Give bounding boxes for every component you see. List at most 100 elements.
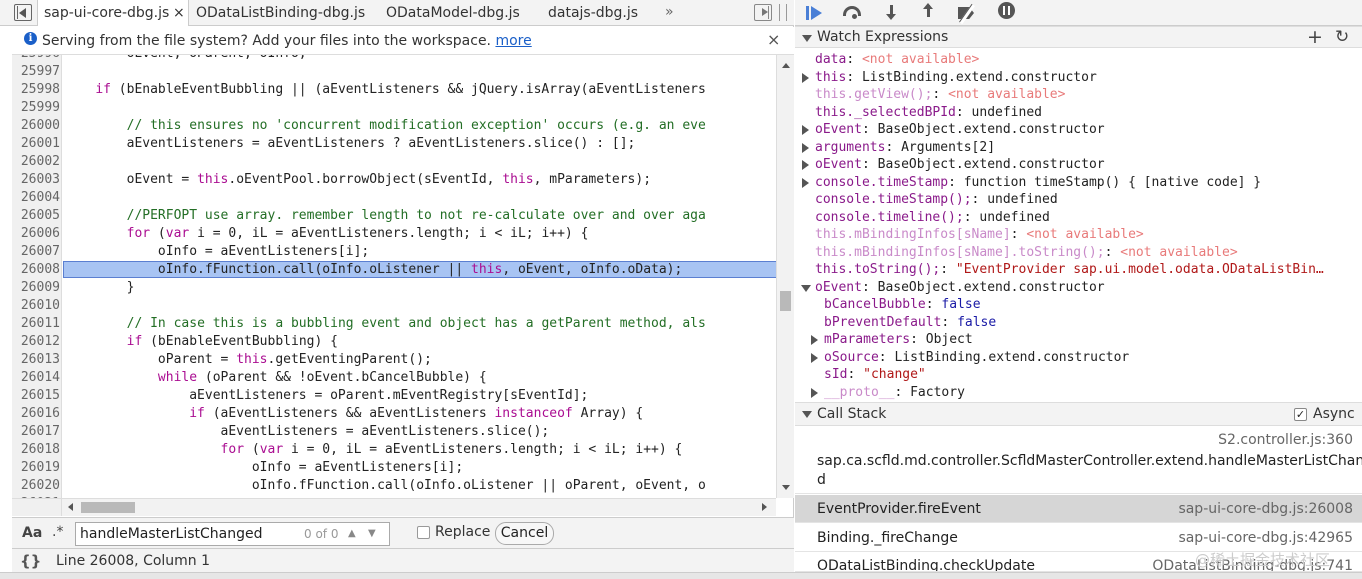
line-number[interactable]: 26012 xyxy=(12,334,60,349)
expand-arrow-icon[interactable] xyxy=(802,142,809,153)
code-line[interactable] xyxy=(64,64,72,79)
call-frame-selected[interactable]: EventProvider.fireEvent sap-ui-core-dbg.… xyxy=(795,495,1362,523)
watch-expression-item[interactable]: this._selectedBPId: undefined xyxy=(815,105,1355,120)
code-line[interactable]: //PERFOPT use array. remember length to … xyxy=(64,208,706,223)
code-line[interactable]: } xyxy=(64,280,135,295)
watch-expression-item[interactable]: data: <not available> xyxy=(815,52,1355,67)
expand-arrow-icon[interactable] xyxy=(802,160,809,170)
line-number[interactable]: 26007 xyxy=(12,244,60,259)
watch-expression-item[interactable]: this.toString();: "EventProvider sap.ui.… xyxy=(815,262,1355,277)
watch-expression-item[interactable]: this.getView();: <not available> xyxy=(815,87,1355,102)
code-line[interactable]: oInfo = aEventListeners[i]; xyxy=(64,460,463,475)
call-frame-location[interactable]: sap-ui-core-dbg.js:26008 xyxy=(1178,501,1353,517)
expand-arrow-icon[interactable] xyxy=(802,177,809,188)
line-number[interactable]: 25998 xyxy=(12,82,60,97)
pretty-print-icon[interactable]: {} xyxy=(20,552,41,570)
line-number[interactable]: 26019 xyxy=(12,460,60,475)
scroll-thumb[interactable] xyxy=(780,291,791,311)
add-expression-icon[interactable]: + xyxy=(1307,27,1323,47)
line-number[interactable]: 26004 xyxy=(12,190,60,205)
refresh-icon[interactable]: ↻ xyxy=(1335,27,1349,47)
code-line[interactable] xyxy=(64,100,72,115)
watch-expression-item[interactable]: oSource: ListBinding.extend.constructor xyxy=(824,350,1355,365)
search-previous-icon[interactable]: ▲ xyxy=(348,528,356,539)
watch-expression-item[interactable]: oEvent: BaseObject.extend.constructor xyxy=(815,122,1355,137)
line-number[interactable]: 26006 xyxy=(12,226,60,241)
expand-arrow-icon[interactable] xyxy=(811,352,818,363)
line-number[interactable]: 26003 xyxy=(12,172,60,187)
call-frame-location[interactable]: sap-ui-core-dbg.js:42965 xyxy=(1178,530,1353,546)
more-link[interactable]: more xyxy=(495,33,531,49)
watch-expression-item[interactable]: oEvent: BaseObject.extend.constructor xyxy=(815,280,1355,295)
code-line[interactable] xyxy=(64,190,72,205)
step-over-icon[interactable] xyxy=(843,6,861,19)
scroll-thumb[interactable] xyxy=(81,502,135,513)
code-line[interactable]: aEventListeners = aEventListeners.slice(… xyxy=(64,424,550,439)
code-line[interactable]: if (bEnableEventBubbling) { xyxy=(64,334,338,349)
line-number[interactable]: 26017 xyxy=(12,424,60,439)
line-number[interactable]: 26016 xyxy=(12,406,60,421)
watch-expression-item[interactable]: sId: "change" xyxy=(824,367,1355,382)
code-editor[interactable]: 25996 25997 25998 25999 26000 26001 26002 26003… xyxy=(12,55,776,498)
watch-expression-item[interactable]: __proto__: Factory xyxy=(824,385,1355,400)
cancel-button[interactable]: Cancel xyxy=(495,522,554,545)
expand-arrow-icon[interactable] xyxy=(811,335,818,345)
toggle-debugger-sidebar-icon[interactable] xyxy=(754,4,772,21)
regex-toggle[interactable]: .* xyxy=(52,524,63,540)
code-line[interactable]: while (oParent && !oEvent.bCancelBubble)… xyxy=(64,370,487,385)
watch-expression-item[interactable]: bCancelBubble: false xyxy=(824,297,1355,312)
line-number[interactable]: 25999 xyxy=(12,100,60,115)
watch-expression-item[interactable]: mParameters: Object xyxy=(824,332,1355,347)
call-frame[interactable]: Binding._fireChange sap-ui-core-dbg.js:4… xyxy=(795,524,1362,552)
watch-expression-item[interactable]: this.mBindingInfos[sName].toString();: <… xyxy=(815,245,1355,260)
tab-sap-ui-core-dbg[interactable]: sap-ui-core-dbg.js × xyxy=(37,0,189,26)
line-number[interactable]: 26002 xyxy=(12,154,60,169)
pause-on-exceptions-icon[interactable] xyxy=(998,2,1015,19)
search-input[interactable] xyxy=(75,522,390,546)
async-checkbox[interactable]: ✓ xyxy=(1294,408,1307,421)
more-tabs-icon[interactable]: » xyxy=(665,0,674,24)
toggle-navigator-icon[interactable] xyxy=(14,4,32,21)
watch-expression-item[interactable]: console.timeline();: undefined xyxy=(815,210,1355,225)
tab-odatamodel-dbg[interactable]: ODataModel-dbg.js xyxy=(380,0,520,26)
tab-odatalistbinding-dbg[interactable]: ODataListBinding-dbg.js xyxy=(190,0,365,26)
code-line[interactable]: oInfo.fFunction.call(oInfo.oListener || … xyxy=(64,478,706,493)
scroll-right-icon[interactable] xyxy=(762,503,767,511)
deactivate-breakpoints-icon[interactable] xyxy=(956,3,976,23)
watch-expression-item[interactable]: arguments: Arguments[2] xyxy=(815,140,1355,155)
watch-expressions-header[interactable]: Watch Expressions + ↻ xyxy=(795,26,1362,48)
horizontal-scrollbar[interactable] xyxy=(62,498,776,516)
match-case-toggle[interactable]: Aa xyxy=(22,525,42,541)
code-line[interactable]: if (bEnableEventBubbling || (aEventListe… xyxy=(64,82,705,97)
current-execution-line[interactable]: oInfo.fFunction.call(oInfo.oListener || … xyxy=(63,261,776,278)
line-number[interactable]: 26010 xyxy=(12,298,60,313)
expand-arrow-icon[interactable] xyxy=(802,125,809,135)
watch-expression-item[interactable]: console.timeStamp: function timeStamp() … xyxy=(815,175,1355,190)
code-line[interactable] xyxy=(64,298,72,313)
line-number[interactable]: 26018 xyxy=(12,442,60,457)
step-out-icon[interactable] xyxy=(918,3,938,23)
code-line[interactable]: for (var i = 0, iL = aEventListeners.len… xyxy=(64,442,683,457)
scroll-left-icon[interactable] xyxy=(68,503,73,511)
code-line[interactable]: // In case this is a bubbling event and … xyxy=(64,316,706,331)
line-number[interactable]: 25997 xyxy=(12,64,60,79)
code-line[interactable]: if (aEventListeners && aEventListeners i… xyxy=(64,406,643,421)
line-number[interactable]: 25996 xyxy=(12,55,60,61)
code-line[interactable]: aEventListeners = oParent.mEventRegistry… xyxy=(64,388,588,403)
close-tab-icon[interactable]: × xyxy=(173,0,185,26)
code-line[interactable]: aEventListeners = aEventListeners ? aEve… xyxy=(64,136,636,151)
close-icon[interactable]: × xyxy=(767,30,780,49)
expand-arrow-icon[interactable] xyxy=(801,284,811,292)
code-line[interactable]: oEvent, oParent, oInfo; xyxy=(64,55,307,61)
vertical-scrollbar[interactable] xyxy=(776,55,794,498)
code-line[interactable]: oEvent = this.oEventPool.borrowObject(sE… xyxy=(64,172,651,187)
line-number[interactable]: 26005 xyxy=(12,208,60,223)
line-number[interactable]: 26001 xyxy=(12,136,60,151)
line-number[interactable]: 26015 xyxy=(12,388,60,403)
line-number[interactable]: 26013 xyxy=(12,352,60,367)
tab-datajs-dbg[interactable]: datajs-dbg.js xyxy=(542,0,638,26)
resume-icon[interactable] xyxy=(803,3,823,23)
code-line[interactable]: oParent = this.getEventingParent(); xyxy=(64,352,432,367)
code-line[interactable] xyxy=(64,154,72,169)
watch-expression-item[interactable]: oEvent: BaseObject.extend.constructor xyxy=(815,157,1355,172)
